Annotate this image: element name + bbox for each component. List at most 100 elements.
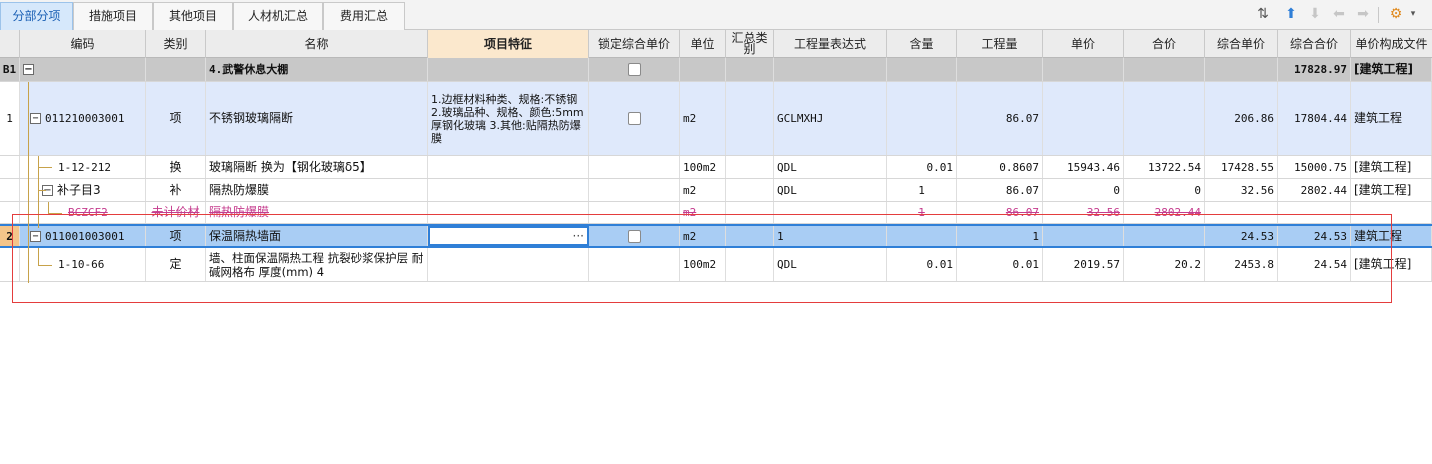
table-row[interactable]: 1-10-66 定 墙、柱面保温隔热工程 抗裂砂浆保护层 耐碱网格布 厚度(mm…	[0, 248, 1432, 282]
header-code[interactable]: 编码	[20, 30, 146, 58]
item-code: 011001003001	[45, 229, 125, 243]
expression-cell: GCLMXHJ	[774, 82, 887, 155]
move-right-icon[interactable]: ➡	[1355, 6, 1371, 22]
unit-cell	[680, 58, 726, 81]
tab-cost-summary[interactable]: 费用汇总	[323, 2, 405, 30]
chevron-down-icon[interactable]: ▾	[1405, 6, 1421, 22]
name-cell: 隔热防爆膜	[206, 179, 428, 201]
table-row[interactable]: BCZCF2 未计价材 隔热防爆膜 m2 1 86.07 32.56 2802.…	[0, 202, 1432, 224]
table-row[interactable]: − 补子目3 补 隔热防爆膜 m2 QDL 1 86.07 0 0 32.56 2…	[0, 179, 1432, 202]
price-file-cell: 建筑工程	[1351, 226, 1432, 246]
lock-price-checkbox[interactable]	[627, 63, 641, 76]
unit-cell: m2	[680, 202, 726, 223]
composite-price-cell: 2453.8	[1205, 248, 1278, 281]
header-unit-price[interactable]: 单价	[1043, 30, 1124, 58]
header-feature[interactable]: 项目特征	[428, 30, 589, 58]
quantity-cell: 86.07	[957, 202, 1043, 223]
unit-cell: m2	[680, 179, 726, 201]
tab-measures[interactable]: 措施项目	[73, 2, 153, 30]
composite-price-cell: 32.56	[1205, 179, 1278, 201]
header-composite-price[interactable]: 综合单价	[1205, 30, 1278, 58]
row-number: 1	[0, 82, 20, 155]
lock-cell	[589, 248, 680, 281]
table-row[interactable]: B1 − 4.武警休息大棚 17828.97 [建筑工程]	[0, 58, 1432, 82]
summary-type-cell	[726, 179, 774, 201]
lock-cell	[589, 202, 680, 223]
content-cell: 0.01	[887, 156, 957, 178]
header-content[interactable]: 含量	[887, 30, 957, 58]
summary-type-cell	[726, 248, 774, 281]
quantity-cell: 86.07	[957, 179, 1043, 201]
header-quantity-expression[interactable]: 工程量表达式	[774, 30, 887, 58]
row-number	[0, 156, 20, 178]
quantity-cell: 0.8607	[957, 156, 1043, 178]
code-cell: −011001003001	[20, 226, 146, 246]
move-down-icon[interactable]: ⬇	[1307, 6, 1323, 22]
price-file-cell: [建筑工程]	[1351, 156, 1432, 178]
total-price-cell: 2802.44	[1124, 202, 1205, 223]
collapse-icon[interactable]: −	[30, 230, 41, 242]
quantity-cell: 86.07	[957, 82, 1043, 155]
table-row[interactable]: 1-12-212 换 玻璃隔断 换为【钢化玻璃δ5】 100m2 QDL 0.0…	[0, 156, 1432, 179]
header-price-file[interactable]: 单价构成文件	[1351, 30, 1432, 58]
header-name[interactable]: 名称	[206, 30, 428, 58]
feature-cell-editor[interactable]: ···	[428, 226, 589, 246]
price-file-cell: [建筑工程]	[1351, 179, 1432, 201]
total-price-cell	[1124, 226, 1205, 246]
collapse-icon[interactable]: −	[30, 113, 41, 124]
composite-total-cell: 2802.44	[1278, 179, 1351, 201]
total-price-cell: 0	[1124, 179, 1205, 201]
header-composite-total[interactable]: 综合合价	[1278, 30, 1351, 58]
total-price-cell: 20.2	[1124, 248, 1205, 281]
sort-icon[interactable]: ⇅	[1255, 6, 1271, 22]
type-cell	[146, 58, 206, 81]
unit-price-cell: 2019.57	[1043, 248, 1124, 281]
feature-cell	[428, 202, 589, 223]
header-summary-type[interactable]: 汇总类别	[726, 30, 774, 58]
type-cell: 换	[146, 156, 206, 178]
composite-total-cell: 17828.97	[1278, 58, 1351, 81]
composite-total-cell: 17804.44	[1278, 82, 1351, 155]
header-unit[interactable]: 单位	[680, 30, 726, 58]
tree-connector	[38, 248, 39, 265]
total-price-cell	[1124, 82, 1205, 155]
lock-cell	[589, 58, 680, 81]
name-cell: 墙、柱面保温隔热工程 抗裂砂浆保护层 耐碱网格布 厚度(mm) 4	[206, 248, 428, 281]
feature-edit-button[interactable]: ···	[573, 229, 584, 243]
content-cell: 1	[887, 202, 957, 223]
move-left-icon[interactable]: ⬅	[1331, 6, 1347, 22]
grid-header: 编码 类别 名称 项目特征 锁定综合单价 单位 汇总类别 工程量表达式 含量 工…	[0, 30, 1432, 58]
summary-type-cell	[726, 58, 774, 81]
tab-labor-material-summary[interactable]: 人材机汇总	[233, 2, 323, 30]
total-price-cell	[1124, 58, 1205, 81]
price-file-cell: [建筑工程]	[1351, 248, 1432, 281]
item-code: 011210003001	[45, 112, 125, 125]
tree-connector	[28, 82, 29, 283]
name-cell: 不锈钢玻璃隔断	[206, 82, 428, 155]
row-number: B1	[0, 58, 20, 81]
lock-cell	[589, 179, 680, 201]
settings-icon[interactable]: ⚙	[1388, 6, 1404, 22]
feature-cell	[428, 58, 589, 81]
composite-price-cell	[1205, 202, 1278, 223]
table-row[interactable]: 1 −011210003001 项 不锈钢玻璃隔断 1.边框材料种类、规格:不锈…	[0, 82, 1432, 156]
row-number	[0, 248, 20, 281]
table-row[interactable]: 2 −011001003001 项 保温隔热墙面 ··· m2 1 1 24.5…	[0, 224, 1432, 248]
feature-cell	[428, 156, 589, 178]
collapse-icon[interactable]: −	[23, 64, 34, 75]
tab-other-items[interactable]: 其他项目	[153, 2, 233, 30]
price-file-cell: [建筑工程]	[1351, 58, 1432, 81]
unit-price-cell: 32.56	[1043, 202, 1124, 223]
header-total-price[interactable]: 合价	[1124, 30, 1205, 58]
unit-price-cell	[1043, 58, 1124, 81]
tab-section-items[interactable]: 分部分项	[0, 2, 73, 30]
header-quantity[interactable]: 工程量	[957, 30, 1043, 58]
move-up-icon[interactable]: ⬆	[1283, 6, 1299, 22]
lock-price-checkbox[interactable]	[627, 112, 641, 125]
expression-cell: QDL	[774, 156, 887, 178]
content-cell	[887, 58, 957, 81]
tree-connector	[38, 190, 46, 191]
header-type[interactable]: 类别	[146, 30, 206, 58]
header-lock-price[interactable]: 锁定综合单价	[589, 30, 680, 58]
lock-price-checkbox[interactable]	[627, 229, 641, 243]
